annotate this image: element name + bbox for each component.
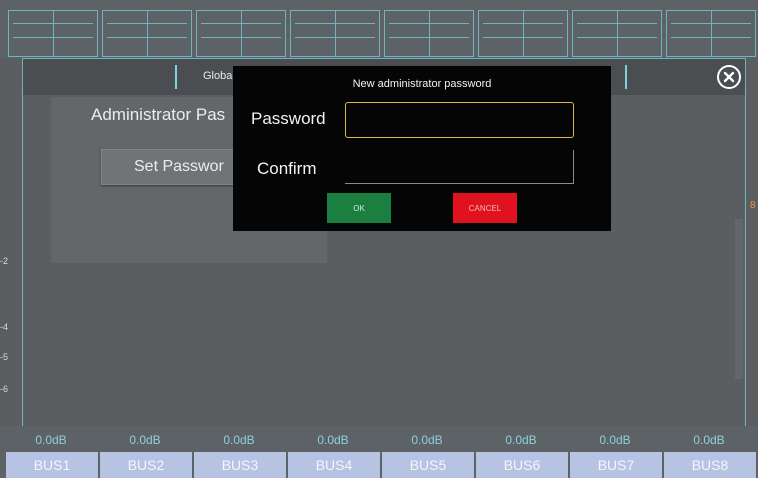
- section-title: Administrator Pas: [91, 105, 226, 124]
- channel-cell[interactable]: [384, 10, 474, 57]
- set-password-button[interactable]: Set Passwor: [101, 149, 241, 185]
- bus-button[interactable]: BUS4: [288, 452, 380, 478]
- cancel-button[interactable]: CANCEL: [453, 193, 517, 223]
- orange-marker: 8: [750, 200, 756, 211]
- scale-mark: -5: [0, 352, 9, 362]
- bus-button[interactable]: BUS7: [570, 452, 662, 478]
- bus-button[interactable]: BUS1: [6, 452, 98, 478]
- close-button[interactable]: [717, 65, 741, 89]
- bus-level: 0.0dB: [693, 433, 725, 447]
- channel-cell[interactable]: [8, 10, 98, 57]
- close-icon: [723, 71, 735, 83]
- tab-global[interactable]: Globa: [203, 70, 232, 82]
- top-channel-strip: [0, 0, 758, 58]
- dialog-title: New administrator password: [352, 78, 492, 90]
- bus-level: 0.0dB: [317, 433, 349, 447]
- channel-cell[interactable]: [102, 10, 192, 57]
- confirm-input[interactable]: [345, 150, 574, 184]
- bus-level: 0.0dB: [129, 433, 161, 447]
- bus-level: 0.0dB: [599, 433, 631, 447]
- confirm-label: Confirm: [257, 159, 317, 178]
- tab-divider: [625, 65, 627, 89]
- bus-level: 0.0dB: [223, 433, 255, 447]
- bus-level: 0.0dB: [35, 433, 67, 447]
- bus-level: 0.0dB: [411, 433, 443, 447]
- bus-button[interactable]: BUS3: [194, 452, 286, 478]
- channel-cell[interactable]: [478, 10, 568, 57]
- scale-mark: -4: [0, 322, 9, 332]
- password-input[interactable]: [345, 102, 574, 138]
- bus-level: 0.0dB: [505, 433, 537, 447]
- tab-divider: [175, 65, 177, 89]
- bus-button[interactable]: BUS8: [664, 452, 756, 478]
- channel-cell[interactable]: [290, 10, 380, 57]
- bus-button[interactable]: BUS5: [382, 452, 474, 478]
- scale-mark: -2: [0, 256, 9, 266]
- channel-cell[interactable]: [572, 10, 662, 57]
- scrollbar[interactable]: [735, 219, 743, 379]
- password-label: Password: [251, 109, 326, 128]
- ok-button[interactable]: OK: [327, 193, 391, 223]
- bus-button[interactable]: BUS6: [476, 452, 568, 478]
- channel-cell[interactable]: [666, 10, 756, 57]
- password-dialog: New administrator password Password Conf…: [233, 66, 611, 231]
- bus-button[interactable]: BUS2: [100, 452, 192, 478]
- channel-cell[interactable]: [196, 10, 286, 57]
- scale-mark: -6: [0, 384, 9, 394]
